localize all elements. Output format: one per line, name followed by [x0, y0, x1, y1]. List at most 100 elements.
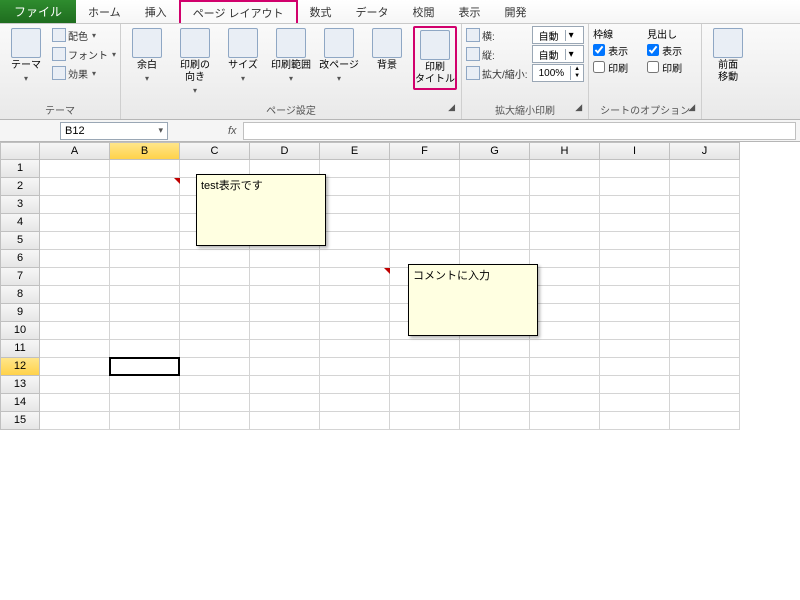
cell[interactable] — [110, 358, 180, 376]
cell[interactable] — [110, 340, 180, 358]
cell[interactable] — [670, 340, 740, 358]
comment-box[interactable]: test表示です — [196, 174, 326, 246]
cell[interactable] — [110, 214, 180, 232]
cell[interactable] — [600, 214, 670, 232]
scale-spinner[interactable]: 100%▲▼ — [532, 64, 585, 82]
col-header[interactable]: F — [390, 142, 460, 160]
cell[interactable] — [460, 376, 530, 394]
tab-3[interactable]: 数式 — [298, 0, 344, 23]
cell[interactable] — [110, 196, 180, 214]
cell[interactable] — [600, 160, 670, 178]
col-header[interactable]: C — [180, 142, 250, 160]
cell[interactable] — [670, 394, 740, 412]
cell[interactable] — [40, 376, 110, 394]
row-header[interactable]: 1 — [0, 160, 40, 178]
cell[interactable] — [40, 412, 110, 430]
cell[interactable] — [530, 250, 600, 268]
cell[interactable] — [320, 340, 390, 358]
row-header[interactable]: 3 — [0, 196, 40, 214]
chevron-down-icon[interactable]: ▾ — [565, 49, 577, 60]
chevron-down-icon[interactable]: ▾ — [565, 30, 577, 41]
cell[interactable] — [600, 178, 670, 196]
cell[interactable] — [320, 178, 390, 196]
cell[interactable] — [250, 394, 320, 412]
cell[interactable] — [180, 376, 250, 394]
cell[interactable] — [110, 250, 180, 268]
row-header[interactable]: 2 — [0, 178, 40, 196]
cell[interactable] — [250, 250, 320, 268]
cell[interactable] — [600, 304, 670, 322]
cell[interactable] — [530, 196, 600, 214]
cell[interactable] — [40, 250, 110, 268]
cell[interactable] — [460, 232, 530, 250]
select-all-corner[interactable] — [0, 142, 40, 160]
row-header[interactable]: 6 — [0, 250, 40, 268]
cell[interactable] — [600, 268, 670, 286]
cell[interactable] — [110, 322, 180, 340]
cell[interactable] — [40, 178, 110, 196]
background-button[interactable]: 背景 — [365, 26, 409, 74]
cell[interactable] — [390, 376, 460, 394]
cell[interactable] — [40, 340, 110, 358]
cell[interactable] — [320, 196, 390, 214]
row-header[interactable]: 7 — [0, 268, 40, 286]
cell[interactable] — [530, 322, 600, 340]
cell[interactable] — [250, 358, 320, 376]
tab-1[interactable]: 挿入 — [133, 0, 179, 23]
cell[interactable] — [40, 232, 110, 250]
height-combo[interactable]: 自動▾ — [532, 45, 585, 63]
comment-indicator[interactable] — [174, 178, 180, 184]
cell[interactable] — [320, 214, 390, 232]
cell[interactable] — [530, 178, 600, 196]
headings-view-checkbox[interactable]: 表示 — [647, 42, 697, 58]
cell[interactable] — [110, 160, 180, 178]
cell[interactable] — [600, 250, 670, 268]
cell[interactable] — [530, 358, 600, 376]
margins-button[interactable]: 余白 — [125, 26, 169, 86]
cell[interactable] — [460, 178, 530, 196]
cell[interactable] — [40, 160, 110, 178]
col-header[interactable]: D — [250, 142, 320, 160]
file-tab[interactable]: ファイル — [0, 0, 76, 23]
cell[interactable] — [110, 394, 180, 412]
cell[interactable] — [110, 412, 180, 430]
cell[interactable] — [670, 232, 740, 250]
cell[interactable] — [390, 340, 460, 358]
cell[interactable] — [110, 178, 180, 196]
cell[interactable] — [250, 412, 320, 430]
dialog-launcher-icon[interactable]: ◢ — [688, 102, 695, 113]
cell[interactable] — [530, 214, 600, 232]
cell[interactable] — [40, 322, 110, 340]
col-header[interactable]: E — [320, 142, 390, 160]
cell[interactable] — [670, 376, 740, 394]
col-header[interactable]: A — [40, 142, 110, 160]
formula-input[interactable] — [243, 122, 796, 140]
cell[interactable] — [320, 394, 390, 412]
cell[interactable] — [40, 196, 110, 214]
tab-5[interactable]: 校閲 — [401, 0, 447, 23]
cell[interactable] — [40, 358, 110, 376]
themes-button[interactable]: テーマ — [4, 26, 48, 86]
cell[interactable] — [600, 196, 670, 214]
cell[interactable] — [390, 214, 460, 232]
cell[interactable] — [670, 160, 740, 178]
dialog-launcher-icon[interactable]: ◢ — [575, 102, 582, 113]
headings-print-checkbox[interactable]: 印刷 — [647, 59, 697, 75]
row-header[interactable]: 12 — [0, 358, 40, 376]
cell[interactable] — [390, 178, 460, 196]
cell[interactable] — [40, 214, 110, 232]
cell[interactable] — [110, 376, 180, 394]
cell[interactable] — [180, 340, 250, 358]
cell[interactable] — [600, 358, 670, 376]
cell[interactable] — [460, 196, 530, 214]
size-button[interactable]: サイズ — [221, 26, 265, 86]
cell[interactable] — [670, 196, 740, 214]
cell[interactable] — [600, 376, 670, 394]
cell[interactable] — [670, 322, 740, 340]
cell[interactable] — [390, 196, 460, 214]
cell[interactable] — [670, 250, 740, 268]
comment-box[interactable]: コメントに入力 — [408, 264, 538, 336]
cell[interactable] — [320, 412, 390, 430]
cell[interactable] — [180, 286, 250, 304]
cell[interactable] — [600, 322, 670, 340]
